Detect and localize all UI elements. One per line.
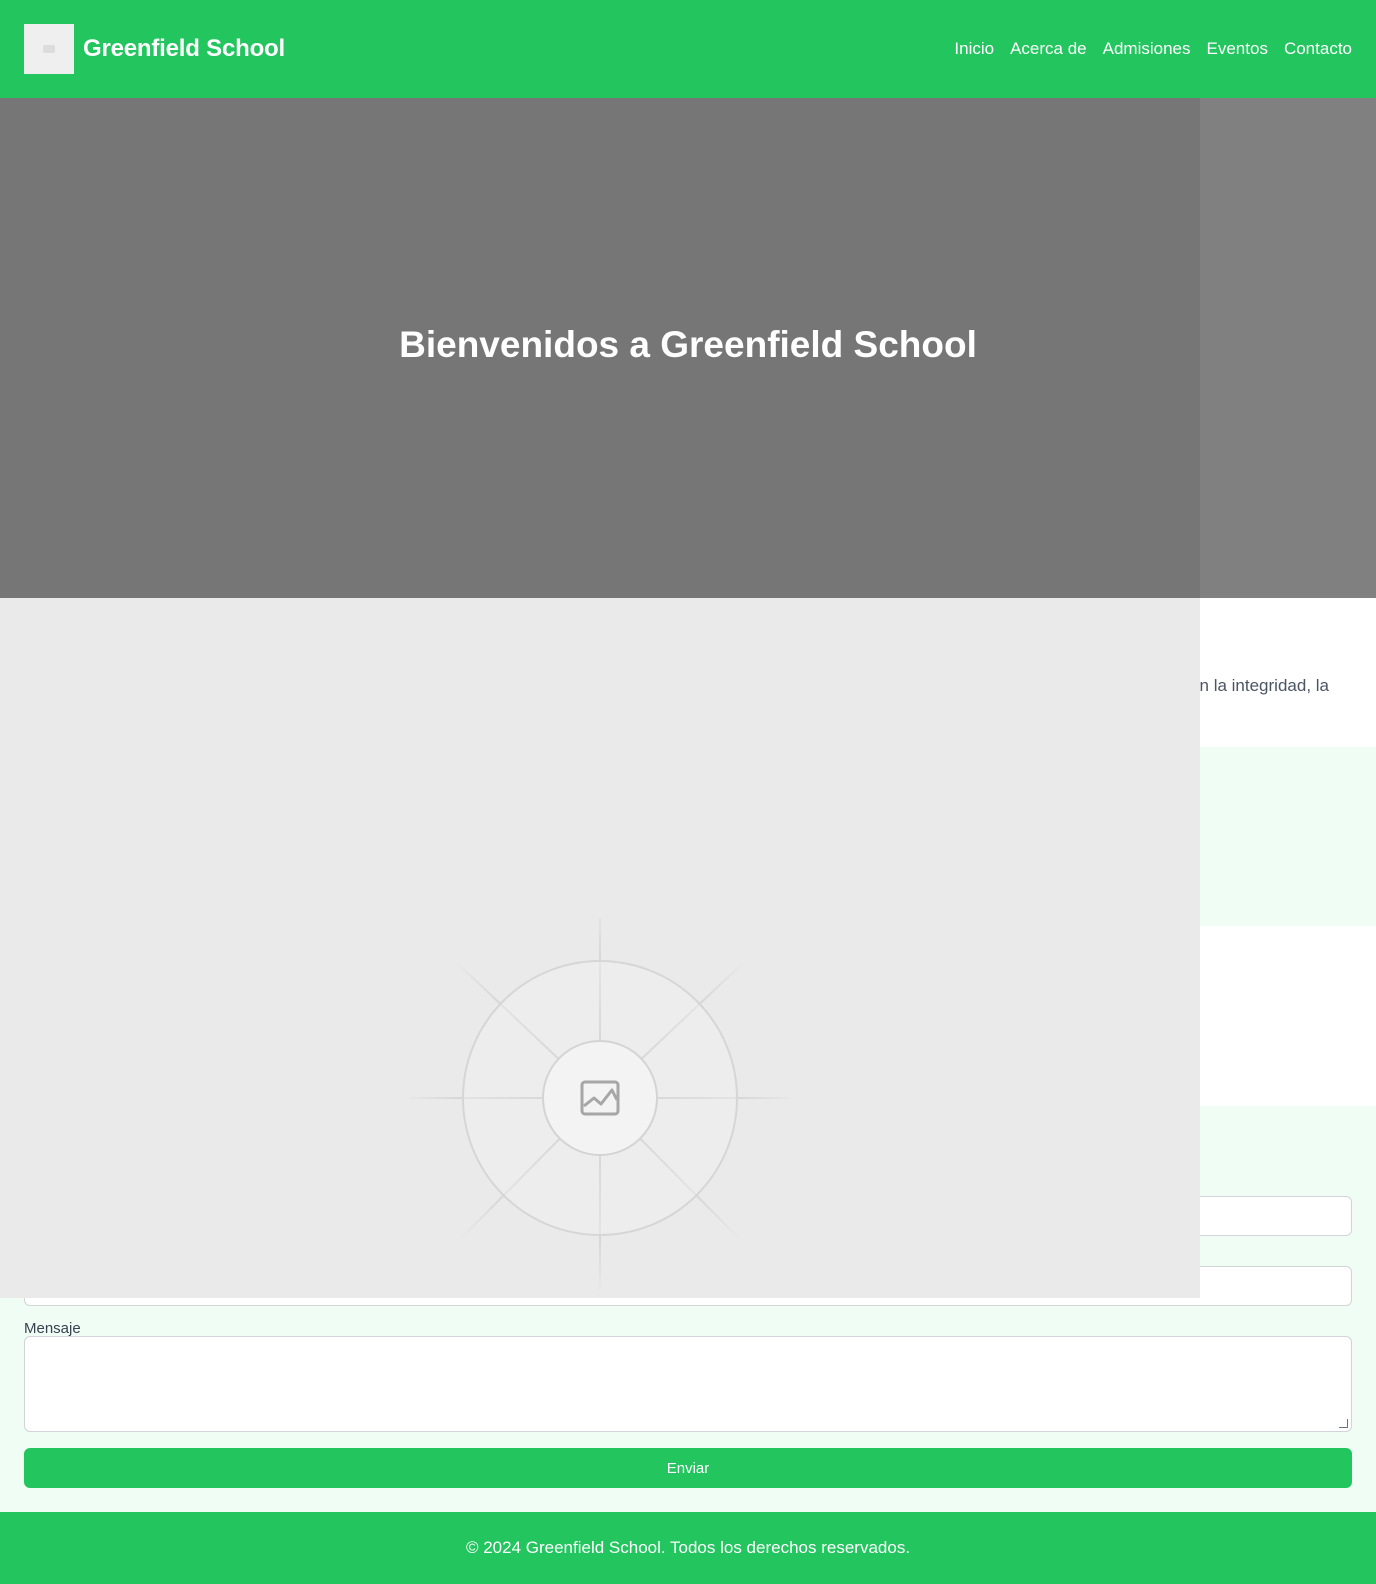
nav-link-inicio[interactable]: Inicio: [954, 39, 994, 59]
main-nav: Inicio Acerca de Admisiones Eventos Cont…: [954, 39, 1352, 59]
site-header: Greenfield School Inicio Acerca de Admis…: [0, 0, 1376, 98]
hero-title: Bienvenidos a Greenfield School: [399, 324, 977, 365]
nav-link-contacto[interactable]: Contacto: [1284, 39, 1352, 59]
school-name: Greenfield School: [83, 35, 285, 62]
submit-button[interactable]: Enviar: [24, 1448, 1352, 1488]
nav-link-admisiones[interactable]: Admisiones: [1103, 39, 1191, 59]
image-placeholder: [0, 598, 1200, 1298]
image-placeholder-icon: [409, 918, 791, 1291]
logo-glyph: [43, 45, 55, 53]
brand[interactable]: Greenfield School: [24, 24, 285, 74]
school-logo-icon: [24, 24, 74, 74]
site-footer: © 2024 Greenfield School. Todos los dere…: [0, 1512, 1376, 1584]
resize-handle[interactable]: [1339, 1419, 1348, 1428]
nav-link-acerca-de[interactable]: Acerca de: [1010, 39, 1087, 59]
copyright-text: © 2024 Greenfield School. Todos los dere…: [465, 1538, 911, 1557]
nav-link-eventos[interactable]: Eventos: [1207, 39, 1268, 59]
